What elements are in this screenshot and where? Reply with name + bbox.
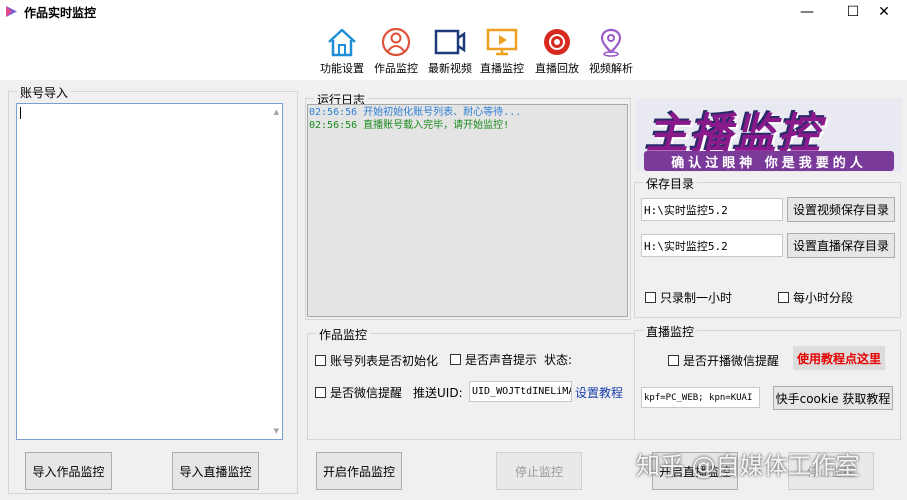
wechat-alert-label: 是否微信提醒 [330,386,403,400]
toolbar: 功能设置 作品监控 最新视频 直播监控 直播回放 视频解析 [0,24,907,80]
setup-tutorial-link[interactable]: 设置教程 [575,384,623,401]
monitor-play-icon [486,28,518,56]
video-save-path-input[interactable]: H:\实时监控5.2 [641,198,783,221]
toolbar-label: 视频解析 [589,62,633,75]
stop-work-monitor-button[interactable]: 停止监控 [496,452,582,490]
zhihu-watermark: 知乎 @自媒体工作室 [636,452,860,480]
banner-slogan: 确认过眼神 你是我要的人 [644,151,894,171]
home-icon [328,28,356,57]
live-wechat-alert-checkbox[interactable]: 是否开播微信提醒 [668,352,779,369]
checkbox-box[interactable] [450,354,461,365]
account-list-input[interactable]: ▲ ▼ [16,103,283,440]
import-live-monitor-button[interactable]: 导入直播监控 [172,452,259,490]
video-camera-icon [434,29,466,55]
app-logo-icon [6,6,17,17]
location-pin-icon [600,28,622,57]
account-import-title: 账号导入 [17,84,72,101]
import-work-monitor-button[interactable]: 导入作品监控 [25,452,112,490]
cookie-tutorial-button[interactable]: 快手cookie 获取教程 [773,386,893,410]
sound-alert-checkbox[interactable]: 是否声音提示 [450,351,537,368]
window-title: 作品实时监控 [24,6,97,20]
checkbox-box[interactable] [315,387,326,398]
toolbar-label: 直播回放 [535,62,579,75]
split-hourly-checkbox[interactable]: 每小时分段 [778,289,853,306]
scroll-up-icon[interactable]: ▲ [274,108,279,116]
text-cursor [20,107,21,119]
log-line: 02:56:56 直播账号载入完毕，请开始监控! [309,120,510,131]
start-work-monitor-button[interactable]: 开启作品监控 [316,452,402,490]
run-log-box: 02:56:56 开始初始化账号列表、耐心等待... 02:56:56 直播账号… [307,104,628,317]
toolbar-feature-settings[interactable]: 功能设置 [314,24,370,78]
live-monitor-title: 直播监控 [643,323,698,340]
toolbar-live-replay[interactable]: 直播回放 [529,24,585,78]
toolbar-label: 作品监控 [374,62,418,75]
push-uid-input[interactable]: UID_WOJTtdINELiMA [469,381,572,402]
toolbar-label: 最新视频 [428,62,472,75]
toolbar-video-parse[interactable]: 视频解析 [583,24,639,78]
banner-image: 主播监控 确认过眼神 你是我要的人 [636,98,902,172]
toolbar-label: 直播监控 [480,62,524,75]
kuaishou-cookie-input[interactable]: kpf=PC_WEB; kpn=KUAI [641,387,760,408]
maximize-icon: ☐ [846,4,860,20]
live-save-path-input[interactable]: H:\实时监控5.2 [641,234,783,257]
scroll-down-icon[interactable]: ▼ [274,427,279,435]
work-monitor-title: 作品监控 [316,326,371,343]
only-one-hour-label: 只录制一小时 [660,291,733,305]
only-one-hour-checkbox[interactable]: 只录制一小时 [645,289,732,306]
record-icon [544,29,570,55]
checkbox-box[interactable] [778,292,789,303]
split-hourly-label: 每小时分段 [793,291,854,305]
close-button[interactable]: ✕ [861,0,907,24]
push-uid-label: 推送UID: [413,386,463,400]
minimize-button[interactable]: — [784,0,830,24]
init-list-checkbox[interactable]: 账号列表是否初始化 [315,352,438,369]
toolbar-live-monitor[interactable]: 直播监控 [474,24,530,78]
user-circle-icon [381,27,411,57]
checkbox-box[interactable] [668,355,679,366]
minimize-icon: — [800,4,814,20]
title-bar: 作品实时监控 — ☐ ✕ [0,0,907,24]
sound-alert-label: 是否声音提示 [465,353,538,367]
checkbox-box[interactable] [645,292,656,303]
init-list-label: 账号列表是否初始化 [330,354,439,368]
log-line: 02:56:56 开始初始化账号列表、耐心等待... [309,107,522,118]
toolbar-latest-video[interactable]: 最新视频 [422,24,478,78]
usage-tutorial-link[interactable]: 使用教程点这里 [793,346,885,370]
save-dir-title: 保存目录 [643,175,698,192]
wechat-alert-checkbox[interactable]: 是否微信提醒 [315,384,402,401]
toolbar-label: 功能设置 [320,62,364,75]
set-video-dir-button[interactable]: 设置视频保存目录 [787,197,895,222]
checkbox-box[interactable] [315,355,326,366]
close-icon: ✕ [878,4,890,20]
set-live-dir-button[interactable]: 设置直播保存目录 [787,233,895,258]
status-label: 状态: [544,353,573,367]
live-wechat-alert-label: 是否开播微信提醒 [683,354,780,368]
toolbar-work-monitor[interactable]: 作品监控 [368,24,424,78]
